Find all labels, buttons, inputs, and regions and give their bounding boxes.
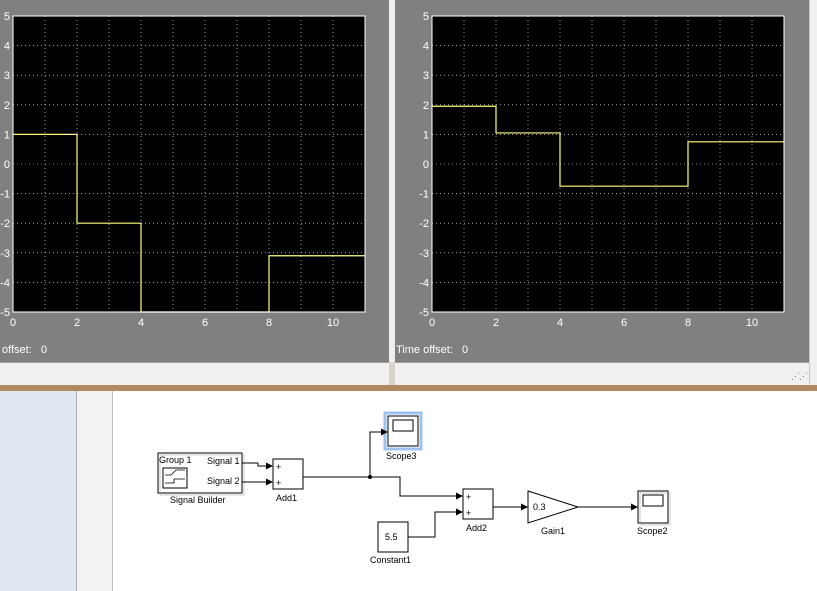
status-bar-left: [0, 362, 389, 386]
signal-builder-block[interactable]: Group 1 Signal 1 Signal 2: [157, 452, 245, 496]
resize-grip-icon[interactable]: ⋰⋰: [791, 371, 808, 382]
y-tick-label: -3: [419, 248, 429, 260]
time-offset-value: 0: [40, 344, 48, 356]
add2-label: Add2: [466, 523, 487, 533]
x-tick-labels: 0 2 4 6 8 10: [429, 317, 758, 329]
gain1-label: Gain1: [541, 526, 565, 536]
y-tick-label: -1: [0, 189, 10, 201]
scope-screen-icon: [642, 494, 664, 507]
svg-text:+: +: [466, 508, 471, 518]
scope3-block[interactable]: [383, 411, 423, 451]
y-tick-label: 2: [4, 100, 10, 112]
y-tick-label: 0: [4, 159, 10, 171]
svg-text:+: +: [276, 478, 281, 488]
x-tick-label: 10: [327, 317, 339, 329]
x-tick-label: 4: [557, 317, 563, 329]
y-tick-label: 3: [4, 70, 10, 82]
signal1-port-label: Signal 1: [207, 456, 240, 466]
y-tick-label: 3: [423, 70, 429, 82]
scope-plot-right: 543210-1-2-3-4-5 0 2 4 6 8 10: [419, 11, 785, 329]
scope-window-right: 5 4 3 2 1 0 -1 -2 -3 -4 -5 0 2 4 6 8 10 Time offset: 0: [395, 0, 809, 362]
y-tick-label: 0: [423, 159, 429, 171]
signal2-port-label: Signal 2: [207, 476, 240, 486]
add2-block[interactable]: + +: [462, 488, 494, 520]
time-offset-label: Time offset: 0: [396, 344, 469, 356]
x-tick-label: 8: [266, 317, 272, 329]
x-tick-label: 6: [621, 317, 627, 329]
y-tick-label: -5: [419, 307, 429, 319]
block-diagram: Group 1 Signal 1 Signal 2 Signal Builder…: [157, 411, 671, 565]
time-offset-value: 0: [462, 344, 469, 356]
status-bar-right: ⋰⋰: [395, 362, 809, 386]
y-tick-label: -1: [419, 189, 429, 201]
scope2-label: Scope2: [637, 526, 668, 536]
x-tick-label: 6: [202, 317, 208, 329]
x-tick-label: 0: [10, 317, 16, 329]
y-tick-label: 5: [4, 11, 10, 23]
simulink-model-area: Group 1 Signal 1 Signal 2 Signal Builder…: [0, 391, 817, 591]
y-tick-label: 4: [4, 41, 10, 53]
scope-plot-left: 543210-1-2-3-4-5 0 2 4 6 8 10: [0, 11, 366, 329]
x-tick-label: 2: [493, 317, 499, 329]
constant-value: 5.5: [385, 532, 398, 542]
x-tick-labels: 0 2 4 6 8 10: [10, 317, 339, 329]
y-tick-labels: 5 4 3 2 1 0 -1 -2 -3 -4 -5: [419, 11, 429, 319]
add1-label: Add1: [276, 493, 297, 503]
constant1-label: Constant1: [370, 555, 411, 565]
time-offset-label: offset: 0: [2, 344, 48, 356]
branch-point: [368, 475, 372, 479]
scope-window-left: 5 4 3 2 1 0 -1 -2 -3 -4 -5 0 2 4 6 8 10 offset: 0: [0, 0, 389, 362]
gain1-block[interactable]: 0.3: [527, 490, 580, 524]
y-tick-labels: 5 4 3 2 1 0 -1 -2 -3 -4 -5: [0, 11, 10, 319]
x-tick-label: 0: [429, 317, 435, 329]
window-right-edge: [809, 0, 817, 391]
svg-text:+: +: [276, 462, 281, 472]
scope-screen-icon: [392, 419, 414, 432]
svg-text:+: +: [466, 492, 471, 502]
x-tick-label: 8: [685, 317, 691, 329]
y-tick-label: -2: [0, 218, 10, 230]
add1-block[interactable]: + +: [272, 458, 304, 490]
gain-value: 0.3: [533, 502, 546, 512]
y-tick-label: 4: [423, 41, 429, 53]
y-tick-label: -5: [0, 307, 10, 319]
group-label: Group 1: [159, 455, 192, 465]
signal-builder-label: Signal Builder: [170, 495, 226, 505]
y-tick-label: -4: [0, 277, 10, 289]
x-tick-label: 4: [138, 317, 144, 329]
scope2-block[interactable]: [637, 490, 671, 526]
y-tick-label: -3: [0, 248, 10, 260]
y-tick-label: 1: [4, 129, 10, 141]
y-tick-label: 2: [423, 100, 429, 112]
y-tick-label: 5: [423, 11, 429, 23]
y-tick-label: 1: [423, 129, 429, 141]
x-tick-label: 2: [74, 317, 80, 329]
y-tick-label: -2: [419, 218, 429, 230]
scope-windows-area: 5 4 3 2 1 0 -1 -2 -3 -4 -5 0 2 4 6 8 10 offset: 0 54321…: [0, 0, 817, 391]
x-tick-label: 10: [746, 317, 758, 329]
scope3-label: Scope3: [386, 451, 417, 461]
constant1-block[interactable]: 5.5: [377, 521, 409, 553]
y-tick-label: -4: [419, 277, 429, 289]
